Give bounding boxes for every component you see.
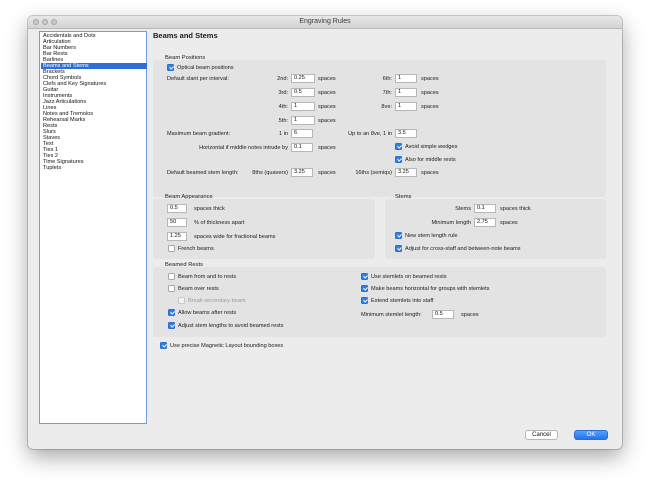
- interval-8ve-field[interactable]: 1: [395, 102, 417, 111]
- beam-apart-label: % of thickness apart: [194, 220, 245, 226]
- category-list[interactable]: Accidentals and Dots Articulation Bar Numb…: [39, 31, 147, 424]
- eighths-unit: spaces: [318, 170, 336, 176]
- stems-thickness-label: Stems: [455, 206, 471, 212]
- page-title: Beams and Stems: [153, 31, 218, 40]
- interval-8ve-unit: spaces: [421, 104, 439, 110]
- magnetic-layout-label: Use precise Magnetic Layout bounding box…: [170, 343, 284, 349]
- min-stem-length-label: Minimum length: [431, 220, 471, 226]
- up-to-octave-field[interactable]: 3.5: [395, 129, 417, 138]
- interval-3rd-unit: spaces: [318, 90, 336, 96]
- interval-2nd-label: 2nd:: [277, 76, 288, 82]
- interval-5th-label: 5th:: [278, 118, 288, 124]
- window-title: Engraving Rules: [299, 18, 351, 25]
- interval-4th-label: 4th:: [278, 104, 288, 110]
- interval-7th-label: 7th:: [382, 90, 392, 96]
- french-beams-checkbox[interactable]: [168, 245, 175, 252]
- sixteenths-unit: spaces: [421, 170, 439, 176]
- interval-2nd-unit: spaces: [318, 76, 336, 82]
- max-gradient-label: Maximum beam gradient:: [167, 131, 231, 137]
- interval-6th-label: 6th:: [382, 76, 392, 82]
- min-stemlet-length-field[interactable]: 0.5: [432, 310, 454, 319]
- interval-8ve-label: 8ve:: [381, 104, 392, 110]
- interval-7th-field[interactable]: 1: [395, 88, 417, 97]
- interval-2nd-field[interactable]: 0.25: [291, 74, 315, 83]
- french-beams-label: French beams: [178, 246, 214, 252]
- extend-stemlets-checkbox[interactable]: [361, 297, 368, 304]
- allow-beams-after-rests-label: Allow beams after rests: [178, 310, 237, 316]
- beam-apart-field[interactable]: 50: [167, 218, 187, 227]
- horizontal-intrude-field[interactable]: 0.1: [291, 143, 313, 152]
- max-gradient-one-in: 1 in: [278, 131, 288, 137]
- use-stemlets-checkbox[interactable]: [361, 273, 368, 280]
- default-slant-label: Default slant per interval:: [167, 76, 229, 82]
- stems-title: Stems: [395, 194, 412, 200]
- interval-5th-unit: spaces: [318, 118, 336, 124]
- allow-beams-after-rests-checkbox[interactable]: [168, 309, 175, 316]
- beam-from-to-rests-checkbox[interactable]: [168, 273, 175, 280]
- extend-stemlets-label: Extend stemlets into staff: [371, 298, 434, 304]
- interval-4th-unit: spaces: [318, 104, 336, 110]
- new-stem-rule-label: New stem length rule: [405, 233, 458, 239]
- beam-over-rests-checkbox[interactable]: [168, 285, 175, 292]
- beam-positions-title: Beam Positions: [165, 55, 206, 61]
- stem-length-label: Default beamed stem length:: [167, 170, 239, 176]
- break-secondary-beam-checkbox[interactable]: [178, 297, 185, 304]
- up-to-octave-label: Up to an 8ve, 1 in: [348, 131, 392, 137]
- interval-4th-field[interactable]: 1: [291, 102, 315, 111]
- beam-thickness-field[interactable]: 0.5: [167, 204, 187, 213]
- beamed-rests-title: Beamed Rests: [165, 262, 204, 268]
- beam-thickness-label: spaces thick: [194, 206, 225, 212]
- adjust-stem-lengths-label: Adjust stem lengths to avoid beamed rest…: [178, 323, 284, 329]
- eighths-field[interactable]: 3.25: [291, 168, 313, 177]
- interval-6th-field[interactable]: 1: [395, 74, 417, 83]
- interval-5th-field[interactable]: 1: [291, 116, 315, 125]
- title-bar: Engraving Rules: [28, 16, 622, 29]
- horizontal-intrude-label: Horizontal if middle notes intrude by: [199, 145, 288, 151]
- interval-3rd-field[interactable]: 0.5: [291, 88, 315, 97]
- max-gradient-field[interactable]: 6: [291, 129, 313, 138]
- optical-beam-positions-label: Optical beam positions: [177, 65, 234, 71]
- fractional-beam-label: spaces wide for fractional beams: [194, 234, 276, 240]
- adjust-stem-lengths-checkbox[interactable]: [168, 322, 175, 329]
- avoid-wedges-checkbox[interactable]: [395, 143, 402, 150]
- middle-rests-label: Also for middle rests: [405, 157, 456, 163]
- horizontal-intrude-unit: spaces: [318, 145, 336, 151]
- sixteenths-field[interactable]: 3.25: [395, 168, 417, 177]
- beam-from-to-rests-label: Beam from and to rests: [178, 274, 237, 280]
- avoid-wedges-label: Avoid simple wedges: [405, 144, 458, 150]
- min-stemlet-length-unit: spaces: [461, 312, 479, 318]
- middle-rests-checkbox[interactable]: [395, 156, 402, 163]
- horizontal-stemlet-beams-label: Make beams horizontal for groups with st…: [371, 286, 490, 292]
- min-stem-length-unit: spaces: [500, 220, 518, 226]
- beam-appearance-title: Beam Appearance: [165, 194, 213, 200]
- horizontal-stemlet-beams-checkbox[interactable]: [361, 285, 368, 292]
- beam-over-rests-label: Beam over rests: [178, 286, 219, 292]
- use-stemlets-label: Use stemlets on beamed rests: [371, 274, 447, 280]
- ok-button[interactable]: OK: [574, 430, 608, 440]
- eighths-label: 8ths (quavers): [252, 170, 288, 176]
- fractional-beam-field[interactable]: 1.25: [167, 232, 187, 241]
- interval-7th-unit: spaces: [421, 90, 439, 96]
- cancel-button[interactable]: Cancel: [525, 430, 558, 440]
- stems-thickness-unit: spaces thick: [500, 206, 531, 212]
- engraving-rules-window: Engraving Rules Accidentals and Dots Arti…: [28, 16, 622, 449]
- sixteenths-label: 16ths (semiqs): [355, 170, 392, 176]
- adjust-cross-staff-label: Adjust for cross-staff and between-note …: [405, 246, 521, 252]
- min-stemlet-length-label: Minimum stemlet length:: [361, 312, 422, 318]
- new-stem-rule-checkbox[interactable]: [395, 232, 402, 239]
- break-secondary-beam-label: Break secondary beam: [188, 298, 246, 304]
- min-stem-length-field[interactable]: 2.75: [474, 218, 496, 227]
- optical-beam-positions-checkbox[interactable]: [167, 64, 174, 71]
- magnetic-layout-checkbox[interactable]: [160, 342, 167, 349]
- interval-6th-unit: spaces: [421, 76, 439, 82]
- interval-3rd-label: 3rd:: [278, 90, 288, 96]
- stems-thickness-field[interactable]: 0.1: [474, 204, 496, 213]
- sidebar-item[interactable]: Tuplets: [41, 165, 147, 171]
- adjust-cross-staff-checkbox[interactable]: [395, 245, 402, 252]
